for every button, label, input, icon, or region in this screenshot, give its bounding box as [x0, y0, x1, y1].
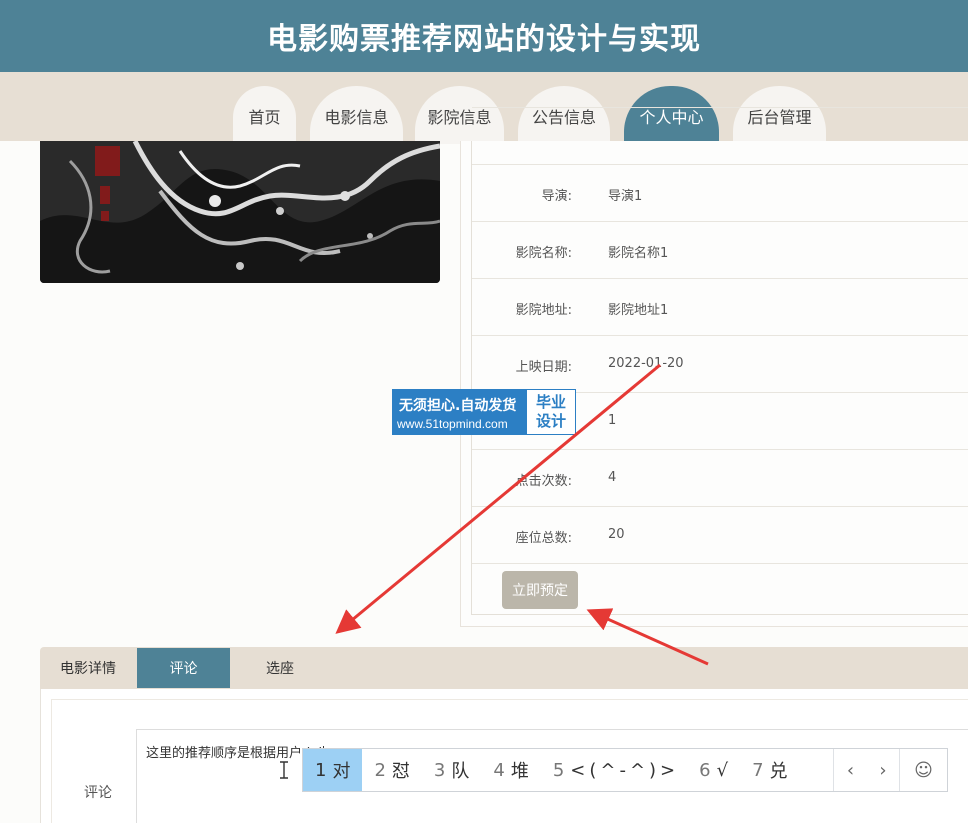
info-label: 上映日期: [515, 360, 572, 375]
movie-info-panel: 导演: 导演1 影院名称: 影院名称1 影院地址: 影院地址1 上映日期: 20… [460, 107, 968, 627]
info-row-cinema-name: 影院名称: 影院名称1 [472, 221, 968, 278]
tab-movie-details[interactable]: 电影详情 [40, 648, 136, 688]
comment-label: 评论 [84, 785, 112, 801]
info-row-partial [472, 107, 968, 164]
movie-info-table: 导演: 导演1 影院名称: 影院名称1 影院地址: 影院地址1 上映日期: 20… [471, 107, 968, 615]
ime-candidate-number: 1 [315, 759, 327, 781]
comment-text: 这里的推荐顺序是根据用户dui [146, 742, 325, 761]
info-row-director: 导演: 导演1 [472, 164, 968, 221]
info-value: 影院地址1 [608, 303, 669, 318]
ime-candidate-number: 6 [699, 759, 711, 781]
nav-home[interactable]: 首页 [233, 86, 296, 144]
watermark-badge: 毕业 设计 [527, 390, 575, 434]
info-row-release-date: 上映日期: 2022-01-20 [472, 335, 968, 392]
info-value: 2022-01-20 [608, 356, 684, 371]
ime-prev-page-icon[interactable]: ‹ [833, 749, 867, 791]
ime-candidate-number: 7 [752, 759, 764, 781]
site-header: 电影购票推荐网站的设计与实现 [0, 0, 968, 72]
ime-candidate[interactable]: 7兑 [740, 749, 799, 791]
ime-candidate-text: 兑 [769, 761, 788, 782]
ime-candidate[interactable]: 6 √ [687, 749, 740, 791]
ime-candidate-text: 对 [332, 761, 351, 782]
ime-candidate[interactable]: 1对 [303, 749, 363, 791]
ime-candidate-text: <(^-^)> [570, 759, 680, 781]
ime-next-page-icon[interactable]: › [867, 749, 899, 791]
info-row-total-seats: 座位总数: 20 [472, 506, 968, 563]
book-now-button[interactable]: 立即预定 [502, 571, 578, 609]
watermark-badge-line1: 毕业 [535, 393, 566, 411]
ime-candidate[interactable]: 2怼 [362, 749, 421, 791]
ime-candidate[interactable]: 5 <(^-^)> [541, 749, 687, 791]
info-value: 导演1 [608, 189, 643, 204]
ime-candidate-number: 2 [374, 759, 386, 781]
ime-emoji-icon[interactable]: ☺ [899, 749, 947, 791]
info-label: 座位总数: [515, 531, 572, 546]
watermark-badge-line2: 设计 [535, 412, 566, 430]
ime-candidate-number: 3 [433, 759, 446, 781]
movie-poster [40, 141, 440, 283]
tab-seat-selection[interactable]: 选座 [230, 648, 330, 688]
ime-candidate-bar: 1对 2怼 3队 4堆 5 <(^-^)> 6 √ 7兑 ‹ › ☺ [302, 748, 948, 792]
ime-candidate[interactable]: 3队 [422, 749, 481, 791]
watermark-text: 无须担心.自动发货 www.51topmind.com [393, 390, 527, 434]
ime-candidate-text: 堆 [510, 761, 529, 782]
ime-candidate-number: 5 [552, 759, 565, 781]
ime-candidate[interactable]: 4堆 [481, 749, 540, 791]
info-label: 导演: [541, 189, 572, 204]
info-value: 1 [608, 413, 617, 428]
ime-candidate-text: 怼 [391, 761, 410, 782]
info-value: 4 [608, 470, 617, 485]
watermark-line2: www.51topmind.com [397, 417, 508, 431]
watermark: 无须担心.自动发货 www.51topmind.com 毕业 设计 [392, 389, 576, 435]
ime-candidate-text: √ [716, 759, 729, 781]
tab-comments[interactable]: 评论 [137, 648, 230, 688]
ime-candidate-number: 4 [493, 759, 505, 781]
nav-movies[interactable]: 电影信息 [310, 86, 403, 144]
comment-typed-text: 这里的推荐顺序是根据用户 [146, 746, 303, 761]
watermark-line1: 无须担心.自动发货 [399, 398, 517, 414]
info-label: 点击次数: [515, 474, 572, 489]
site-title: 电影购票推荐网站的设计与实现 [267, 22, 701, 57]
info-value: 影院名称1 [608, 246, 669, 261]
info-row-cinema-address: 影院地址: 影院地址1 [472, 278, 968, 335]
detail-tabs: 电影详情 评论 选座 [40, 647, 968, 689]
ime-candidate-text: 队 [451, 761, 470, 782]
info-label: 影院名称: [515, 246, 572, 261]
text-cursor-icon [278, 760, 290, 780]
info-label: 影院地址: [515, 303, 572, 318]
info-row-click-count: 点击次数: 4 [472, 449, 968, 506]
info-value: 20 [608, 527, 625, 542]
